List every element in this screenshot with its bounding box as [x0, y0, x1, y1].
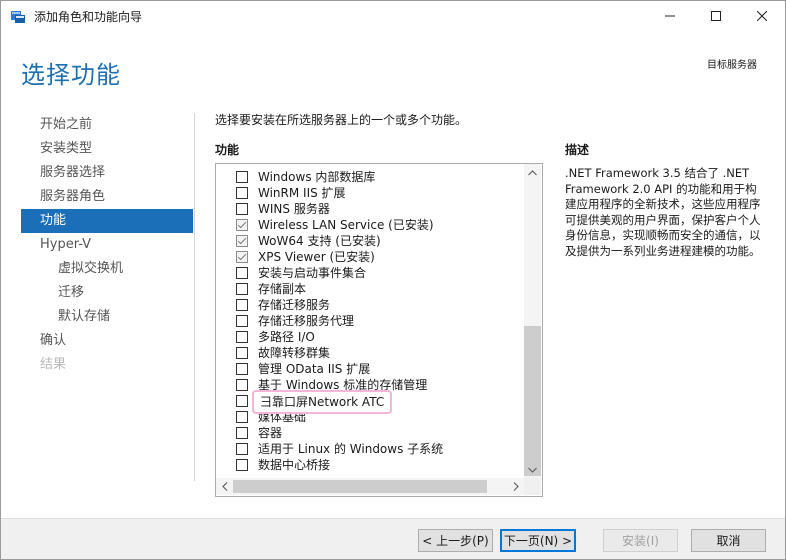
title-bar: 添加角色和功能向导	[1, 1, 785, 31]
scroll-left-arrow-icon[interactable]	[216, 478, 233, 495]
install-button[interactable]: 安装(I)	[603, 529, 678, 552]
server-manager-icon	[10, 8, 26, 24]
nav-step-item[interactable]: 安装类型	[21, 137, 193, 161]
feature-checkbox[interactable]	[236, 443, 248, 455]
feature-checkbox[interactable]	[236, 363, 248, 375]
maximize-button[interactable]	[693, 1, 739, 31]
target-server-label: 目标服务器	[707, 60, 757, 71]
feature-checkbox[interactable]	[236, 187, 248, 199]
wizard-steps-nav: 开始之前 安装类型 服务器选择 服务器角色 功能 Hyper-V 虚拟交换机 迁移 默认存储 确认…	[21, 113, 193, 377]
feature-checkbox[interactable]	[236, 427, 248, 439]
features-list: Windows 内部数据库 WinRM IIS 扩展 WINS 服务器 Wireles…	[216, 169, 524, 473]
scrollbar-corner	[524, 478, 541, 495]
vertical-scroll-thumb[interactable]	[524, 326, 541, 476]
nav-step-item[interactable]: 服务器角色	[21, 185, 193, 209]
cancel-button[interactable]: 取消	[691, 529, 766, 552]
maximize-icon	[711, 11, 721, 21]
feature-list-item[interactable]: 多路径 I/O	[216, 329, 524, 345]
scroll-right-arrow-icon[interactable]	[507, 478, 524, 495]
feature-checkbox[interactable]	[236, 347, 248, 359]
feature-label: WINS 服务器	[258, 202, 330, 216]
horizontal-scroll-thumb[interactable]	[233, 480, 487, 493]
minimize-icon	[665, 15, 675, 17]
feature-list-item[interactable]: Windows 内部数据库	[216, 169, 524, 185]
wizard-window: 添加角色和功能向导 选择功能 目标服务器 开始之前 安装类型 服务器选择 服务器角色功…	[0, 0, 786, 560]
feature-label: 管理 OData IIS 扩展	[258, 362, 371, 376]
nav-divider	[194, 113, 195, 481]
page-title: 选择功能	[21, 61, 121, 89]
nav-step-item[interactable]: 开始之前	[21, 113, 193, 137]
features-heading: 功能	[215, 143, 240, 157]
feature-checkbox[interactable]	[236, 331, 248, 343]
feature-checkbox[interactable]	[236, 219, 248, 231]
feature-list-item[interactable]: 存储迁移服务	[216, 297, 524, 313]
feature-list-item[interactable]: 安装与启动事件集合	[216, 265, 524, 281]
feature-label: Windows 内部数据库	[258, 170, 376, 184]
feature-list-item[interactable]: 容器	[216, 425, 524, 441]
feature-list-item[interactable]: XPS Viewer (已安装)	[216, 249, 524, 265]
nav-step-item[interactable]: 默认存储	[21, 305, 193, 329]
feature-checkbox[interactable]	[236, 171, 248, 183]
description-text: .NET Framework 3.5 结合了 .NET Framework 2.…	[565, 166, 761, 258]
next-button[interactable]: 下一页(N) >	[500, 529, 576, 552]
scroll-down-arrow-icon[interactable]	[524, 461, 541, 478]
nav-step-item[interactable]: 迁移	[21, 281, 193, 305]
feature-label: 数据中心桥接	[258, 458, 331, 472]
feature-checkbox[interactable]	[236, 315, 248, 327]
scroll-up-arrow-icon[interactable]	[524, 164, 541, 181]
vertical-scrollbar[interactable]	[524, 164, 541, 478]
feature-label: XPS Viewer (已安装)	[258, 250, 375, 264]
nav-step-item[interactable]: 服务器选择	[21, 161, 193, 185]
feature-label: 安装与启动事件集合	[258, 266, 367, 280]
feature-checkbox[interactable]	[236, 395, 248, 407]
instruction-text: 选择要安装在所选服务器上的一个或多个功能。	[215, 113, 468, 127]
feature-label: ⺕靠口屏Network ATC	[252, 390, 393, 414]
nav-step-item[interactable]: 功能	[21, 209, 193, 233]
feature-list-item[interactable]: ⺕靠口屏Network ATC	[216, 390, 524, 414]
feature-list-item[interactable]: WINS 服务器	[216, 201, 524, 217]
feature-list-item[interactable]: 存储迁移服务代理	[216, 313, 524, 329]
features-listbox[interactable]: Windows 内部数据库 WinRM IIS 扩展 WINS 服务器 Wireles…	[215, 163, 543, 497]
feature-checkbox[interactable]	[236, 411, 248, 423]
feature-label: Wireless LAN Service (已安装)	[258, 218, 434, 232]
description-heading: 描述	[565, 143, 590, 157]
close-icon	[757, 11, 767, 21]
feature-checkbox[interactable]	[236, 459, 248, 471]
feature-list-item[interactable]: 适用于 Linux 的 Windows 子系统	[216, 441, 524, 457]
previous-button[interactable]: < 上一步(P)	[418, 529, 493, 552]
nav-step-item[interactable]: 确认	[21, 329, 193, 353]
feature-label: 容器	[258, 426, 283, 440]
close-button[interactable]	[739, 1, 785, 31]
feature-list-item[interactable]: 存储副本	[216, 281, 524, 297]
nav-step-item[interactable]: Hyper-V	[21, 233, 193, 257]
feature-checkbox[interactable]	[236, 379, 248, 391]
feature-list-item[interactable]: 数据中心桥接	[216, 457, 524, 473]
feature-checkbox[interactable]	[236, 267, 248, 279]
feature-list-item[interactable]: 故障转移群集	[216, 345, 524, 361]
feature-checkbox[interactable]	[236, 235, 248, 247]
feature-list-item[interactable]: Wireless LAN Service (已安装)	[216, 217, 524, 233]
feature-label: 故障转移群集	[258, 346, 331, 360]
nav-step-item: 结果	[40, 357, 67, 372]
nav-step-item[interactable]: 虚拟交换机	[21, 257, 193, 281]
feature-list-item[interactable]: WinRM IIS 扩展	[216, 185, 524, 201]
feature-checkbox[interactable]	[236, 299, 248, 311]
feature-checkbox[interactable]	[236, 283, 248, 295]
feature-label: WoW64 支持 (已安装)	[258, 234, 381, 248]
feature-checkbox[interactable]	[236, 251, 248, 263]
wizard-footer: < 上一步(P) 下一页(N) > 安装(I) 取消	[1, 518, 785, 559]
feature-label: 存储副本	[258, 282, 307, 296]
feature-checkbox[interactable]	[236, 203, 248, 215]
feature-label: 多路径 I/O	[258, 330, 315, 344]
feature-list-item[interactable]: WoW64 支持 (已安装)	[216, 233, 524, 249]
feature-label: 存储迁移服务	[258, 298, 331, 312]
feature-label: 存储迁移服务代理	[258, 314, 355, 328]
window-title: 添加角色和功能向导	[34, 10, 143, 24]
horizontal-scrollbar[interactable]	[216, 478, 524, 495]
minimize-button[interactable]	[647, 1, 693, 31]
feature-label: WinRM IIS 扩展	[258, 186, 346, 200]
feature-list-item[interactable]: 管理 OData IIS 扩展	[216, 361, 524, 377]
feature-label: 适用于 Linux 的 Windows 子系统	[258, 442, 444, 456]
